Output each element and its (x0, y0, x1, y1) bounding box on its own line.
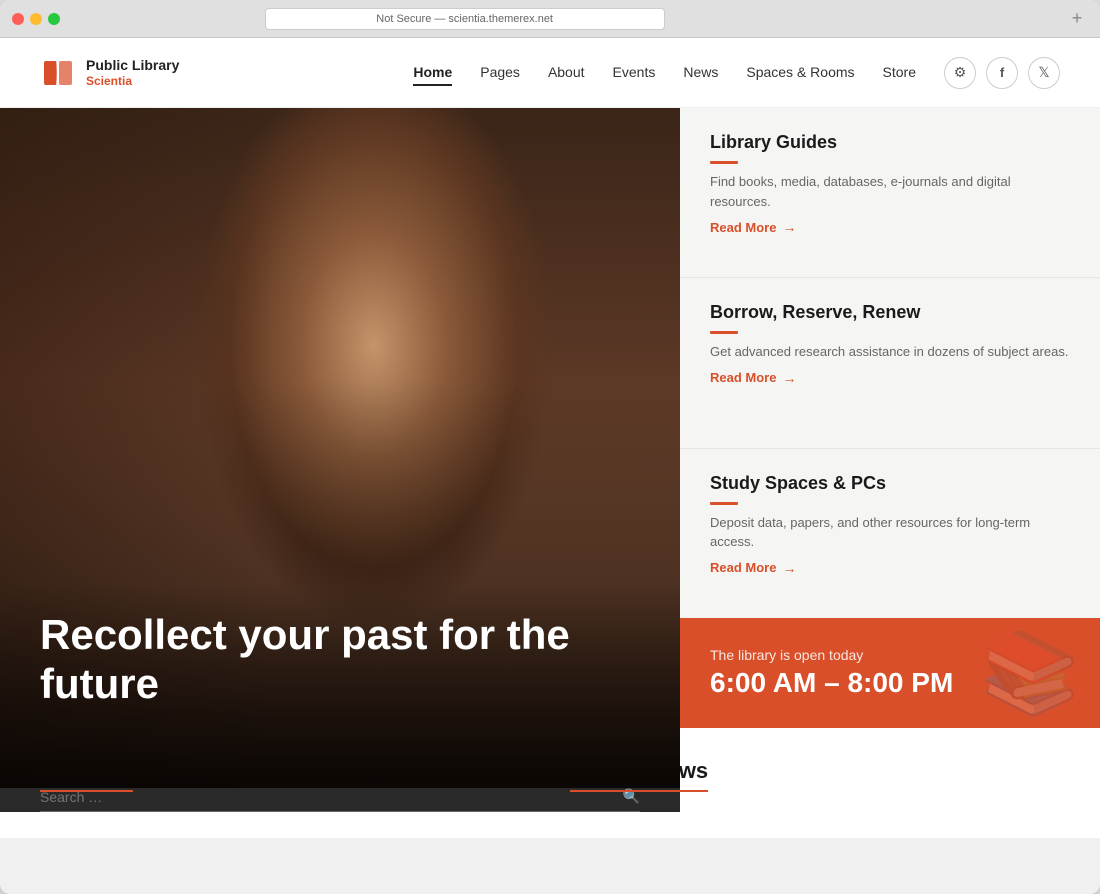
nav-links: Home Pages About Events News Spaces & Ro… (413, 64, 916, 82)
card-title-study-spaces: Study Spaces & PCs (710, 473, 1070, 494)
nav-item-news[interactable]: News (683, 64, 718, 82)
logo-area[interactable]: Public Library Scientia (40, 55, 179, 91)
sidebar-card-borrow: Borrow, Reserve, Renew Get advanced rese… (680, 278, 1100, 448)
nav-item-about[interactable]: About (548, 64, 585, 82)
card-title-borrow: Borrow, Reserve, Renew (710, 302, 1070, 323)
facebook-icon-button[interactable]: f (986, 57, 1018, 89)
card-link-study-spaces[interactable]: Read More → (710, 560, 1070, 576)
hero-text: Recollect your past for the future (40, 611, 640, 708)
logo-title: Public Library (86, 57, 179, 74)
maximize-button[interactable] (48, 13, 60, 25)
nav-icons: ⚙ f 𝕏 (944, 57, 1060, 89)
nav-link-pages[interactable]: Pages (480, 64, 520, 80)
twitter-icon-button[interactable]: 𝕏 (1028, 57, 1060, 89)
close-button[interactable] (12, 13, 24, 25)
logo-subtitle: Scientia (86, 74, 179, 88)
browser-window: Not Secure — scientia.themerex.net + Pub… (0, 0, 1100, 894)
website: Public Library Scientia Home Pages About… (0, 38, 1100, 838)
main-section: Recollect your past for the future 🔍 L (0, 108, 1100, 728)
gear-icon: ⚙ (954, 64, 967, 81)
sidebar-right: Library Guides Find books, media, databa… (680, 108, 1100, 728)
nav-link-spaces-rooms[interactable]: Spaces & Rooms (746, 64, 854, 80)
settings-icon-button[interactable]: ⚙ (944, 57, 976, 89)
arrow-icon-3: → (782, 560, 796, 576)
hero-headline: Recollect your past for the future (40, 611, 640, 708)
card-desc-library-guides: Find books, media, databases, e-journals… (710, 172, 1070, 211)
card-desc-borrow: Get advanced research assistance in doze… (710, 342, 1070, 362)
card-accent-1 (710, 161, 738, 164)
nav-item-pages[interactable]: Pages (480, 64, 520, 82)
twitter-icon: 𝕏 (1038, 64, 1049, 81)
arrow-icon-2: → (782, 370, 796, 386)
nav-link-events[interactable]: Events (613, 64, 656, 80)
nav-link-about[interactable]: About (548, 64, 585, 80)
hours-box: 📚 The library is open today 6:00 AM – 8:… (680, 618, 1100, 728)
sidebar-card-library-guides: Library Guides Find books, media, databa… (680, 108, 1100, 278)
card-accent-3 (710, 502, 738, 505)
nav-item-spaces-rooms[interactable]: Spaces & Rooms (746, 64, 854, 82)
card-desc-study-spaces: Deposit data, papers, and other resource… (710, 513, 1070, 552)
book-background-icon: 📚 (980, 633, 1080, 713)
nav-item-home[interactable]: Home (413, 64, 452, 82)
nav-item-store[interactable]: Store (883, 64, 916, 82)
arrow-icon: → (782, 219, 796, 235)
hero-gradient-overlay (0, 380, 680, 788)
card-accent-2 (710, 331, 738, 334)
facebook-icon: f (1000, 65, 1004, 80)
new-tab-button[interactable]: + (1066, 8, 1088, 30)
minimize-button[interactable] (30, 13, 42, 25)
address-bar[interactable]: Not Secure — scientia.themerex.net (265, 8, 665, 30)
nav-header: Public Library Scientia Home Pages About… (0, 38, 1100, 108)
logo-icon (40, 55, 76, 91)
nav-link-home[interactable]: Home (413, 64, 452, 86)
card-link-library-guides[interactable]: Read More → (710, 219, 1070, 235)
nav-link-news[interactable]: News (683, 64, 718, 80)
card-link-borrow[interactable]: Read More → (710, 370, 1070, 386)
traffic-lights (12, 13, 60, 25)
sidebar-cards: Library Guides Find books, media, databa… (680, 108, 1100, 618)
logo-text-block: Public Library Scientia (86, 57, 179, 88)
nav-item-events[interactable]: Events (613, 64, 656, 82)
card-title-library-guides: Library Guides (710, 132, 1070, 153)
hero-section: Recollect your past for the future (0, 108, 680, 788)
sidebar-card-study-spaces: Study Spaces & PCs Deposit data, papers,… (680, 449, 1100, 618)
nav-link-store[interactable]: Store (883, 64, 916, 80)
browser-titlebar: Not Secure — scientia.themerex.net + (0, 0, 1100, 38)
